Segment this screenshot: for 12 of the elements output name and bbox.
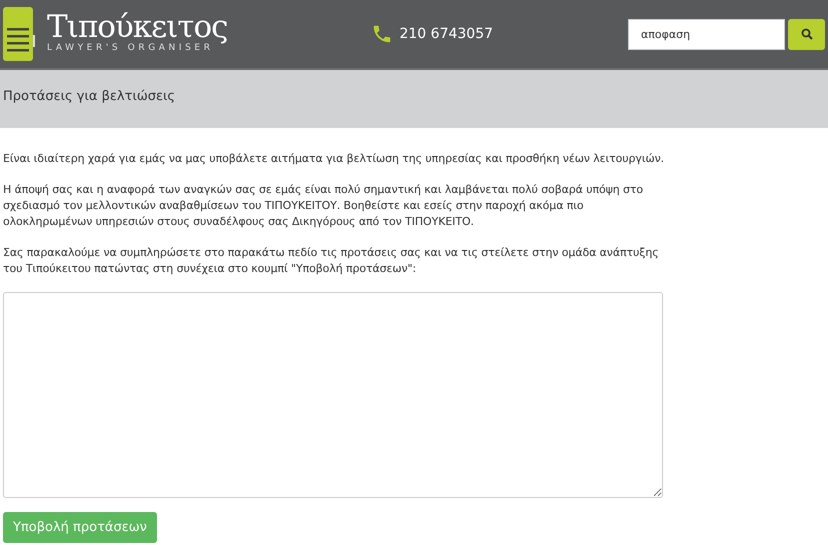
paragraph: Η άποψή σας και η αναφορά των αναγκών σας σε εμάς είναι πολύ σημαντική και λαμβάνεται πολύ σοβαρά υπόψη στο σχεδιασμό τον μελλοντικών αναβαθμίσεων του ΤΙΠΟΥΚΕΙΤΟΥ. Βοηθείστε και εσείς στην παροχή ακόμα πιο ολοκληρωμένων υπηρεσιών στους συναδέλφους σας Δικηγόρους από τον ΤΙΠΟΥΚΕΙΤΟ.	[3, 182, 644, 230]
suggestions-field[interactable]	[3, 292, 663, 498]
menu-icon[interactable]	[3, 7, 35, 61]
search-field[interactable]: αποφαση	[628, 18, 785, 50]
phone-number: 210 6743057	[399, 24, 494, 44]
page-title: Προτάσεις για βελτιώσεις	[3, 88, 176, 106]
search-icon	[800, 28, 812, 40]
paragraph: Είναι ιδιαίτερη χαρά για εμάς να μας υποβάλετε αιτήματα για βελτίωση της υπηρεσίας και προσθήκη νέων λειτουργιών.	[3, 151, 666, 167]
paragraph: Σας παρακαλούμε να συμπληρώσετε στο παρακάτω πεδίο τις προτάσεις σας και να τις στείλετε στην ομάδα ανάπτυξης του Τιπούκειτου πατώντας στη συνέχεια στο κουμπί "Υποβολή προτάσεων":	[3, 245, 660, 277]
logo-text: Τιπούκειτος	[47, 11, 228, 43]
search-button[interactable]	[788, 18, 825, 50]
logo-tagline: LAWYER'S ORGANISER	[47, 43, 214, 53]
